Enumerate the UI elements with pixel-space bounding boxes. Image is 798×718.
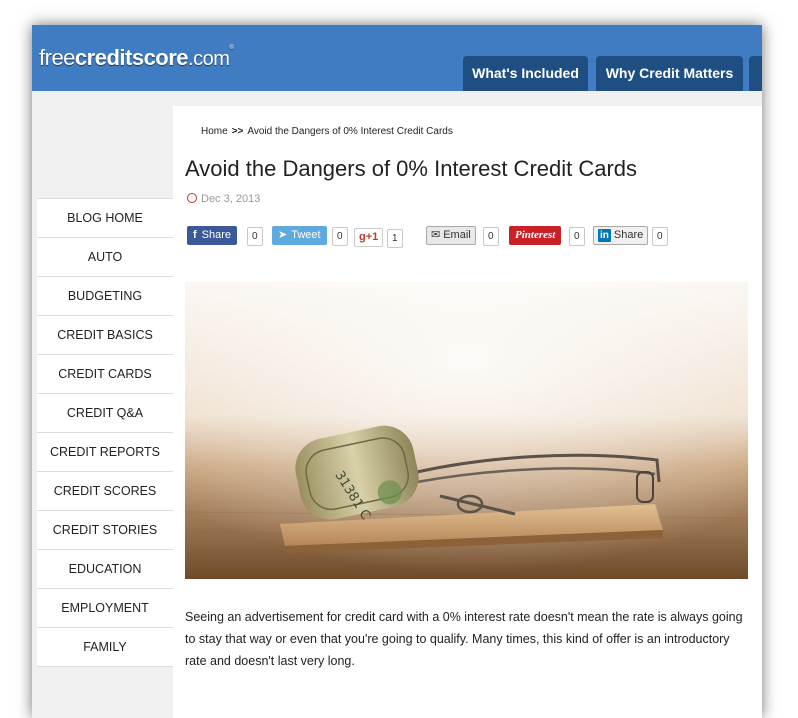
breadcrumb-separator: >>	[231, 126, 244, 137]
sidebar-item-credit-scores[interactable]: CREDIT SCORES	[37, 472, 173, 511]
linkedin-icon: in	[598, 229, 611, 242]
sidebar-item-credit-reports[interactable]: CREDIT REPORTS	[37, 433, 173, 472]
envelope-icon: ✉	[431, 229, 441, 241]
facebook-share-label: Share	[201, 229, 232, 241]
email-share-button[interactable]: ✉ Email	[426, 226, 476, 245]
category-sidebar: BLOG HOME AUTO BUDGETING CREDIT BASICS C…	[37, 198, 173, 667]
pinterest-count: 0	[569, 227, 585, 246]
sidebar-item-auto[interactable]: AUTO	[37, 238, 173, 277]
hero-image-money-mousetrap: 31381 C	[185, 282, 748, 579]
breadcrumb: Home >> Avoid the Dangers of 0% Interest C…	[201, 126, 453, 137]
twitter-bird-icon: ➤	[278, 229, 288, 241]
facebook-share-button[interactable]: f Share	[187, 226, 238, 245]
pinterest-label: Pinterest	[515, 229, 556, 241]
sidebar-item-credit-basics[interactable]: CREDIT BASICS	[37, 316, 173, 355]
twitter-tweet-count: 0	[332, 227, 348, 246]
share-bar: f Share 0 ➤ Tweet 0 g+1 1 ✉ Email 0 Pintere…	[187, 226, 747, 248]
sidebar-item-credit-cards[interactable]: CREDIT CARDS	[37, 355, 173, 394]
google-plus-count: 1	[387, 229, 403, 248]
twitter-tweet-button[interactable]: ➤ Tweet	[272, 226, 327, 245]
email-share-count: 0	[483, 227, 499, 246]
linkedin-share-button[interactable]: in Share	[593, 226, 649, 245]
sidebar-item-employment[interactable]: EMPLOYMENT	[37, 589, 173, 628]
clock-icon	[187, 193, 197, 203]
tab-why-credit-matters[interactable]: Why Credit Matters	[596, 56, 743, 91]
sidebar-item-budgeting[interactable]: BUDGETING	[37, 277, 173, 316]
page-title: Avoid the Dangers of 0% Interest Credit …	[185, 156, 638, 181]
facebook-share-count: 0	[247, 227, 263, 246]
google-plus-button[interactable]: g+1	[354, 228, 384, 247]
sidebar-item-credit-stories[interactable]: CREDIT STORIES	[37, 511, 173, 550]
linkedin-share-count: 0	[652, 227, 668, 246]
tab-next[interactable]	[749, 56, 762, 91]
pinterest-button[interactable]: Pinterest	[509, 226, 562, 245]
sidebar-item-family[interactable]: FAMILY	[37, 628, 173, 667]
sidebar-item-credit-qa[interactable]: CREDIT Q&A	[37, 394, 173, 433]
sidebar-item-education[interactable]: EDUCATION	[37, 550, 173, 589]
site-logo[interactable]: freecreditscore.com®	[39, 45, 234, 71]
breadcrumb-current: Avoid the Dangers of 0% Interest Credit …	[247, 126, 453, 137]
facebook-icon: f	[193, 229, 197, 241]
tweet-label: Tweet	[291, 229, 321, 241]
email-label: Email	[443, 229, 471, 241]
breadcrumb-home-link[interactable]: Home	[201, 126, 228, 137]
gplus-label: g+1	[359, 231, 379, 243]
article-panel: Home >> Avoid the Dangers of 0% Interest C…	[173, 106, 762, 718]
post-date-text: Dec 3, 2013	[201, 193, 261, 205]
mousetrap-photo: 31381 C	[185, 282, 748, 579]
browser-page: freecreditscore.com® What's Included Why…	[32, 25, 762, 718]
article-intro-paragraph: Seeing an advertisement for credit card …	[185, 610, 743, 668]
linkedin-share-label: Share	[613, 229, 644, 241]
sidebar-item-blog-home[interactable]: BLOG HOME	[37, 198, 173, 238]
post-date: Dec 3, 2013	[187, 193, 260, 205]
site-header: freecreditscore.com® What's Included Why…	[32, 25, 762, 91]
tab-whats-included[interactable]: What's Included	[463, 56, 588, 91]
